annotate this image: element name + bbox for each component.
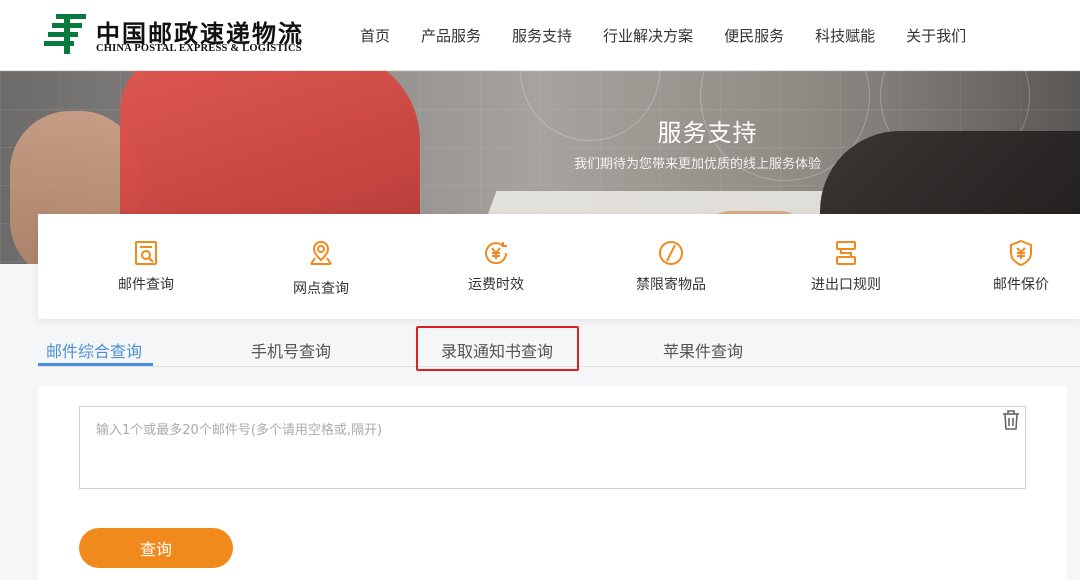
nav-about-us[interactable]: 关于我们: [906, 25, 966, 46]
china-post-logo-icon: [44, 14, 86, 54]
highlight-box: [416, 326, 579, 371]
prohibited-icon: [659, 241, 683, 265]
service-mail-insurance[interactable]: 邮件保价: [956, 238, 1080, 294]
nav-service-support[interactable]: 服务支持: [512, 25, 572, 46]
rules-icon: [836, 241, 856, 265]
service-label: 进出口规则: [811, 277, 881, 293]
service-mail-query[interactable]: 邮件查询: [81, 238, 211, 294]
main-nav: 首页 产品服务 服务支持 行业解决方案 便民服务 科技赋能 关于我们: [360, 0, 997, 71]
banner-title: 服务支持: [657, 119, 758, 147]
banner-subtitle: 我们期待为您带来更加优质的线上服务体验: [573, 157, 821, 172]
site-header: 中国邮政速递物流 CHINA POSTAL EXPRESS & LOGISTIC…: [0, 0, 1080, 71]
tracking-number-input[interactable]: [79, 406, 1026, 489]
trash-icon[interactable]: [1001, 409, 1021, 431]
mail-search-icon: [135, 241, 157, 265]
tab-apple-parcel-query[interactable]: 苹果件查询: [663, 338, 743, 362]
service-outlet-query[interactable]: 网点查询: [256, 238, 386, 298]
yen-clock-icon: [485, 242, 508, 265]
service-label: 禁限寄物品: [636, 277, 706, 293]
service-shortcuts: 邮件查询 网点查询 运费时效 禁限寄物品 进出口规则 邮件保价: [38, 214, 1080, 319]
tab-mail-comprehensive-query[interactable]: 邮件综合查询: [46, 338, 142, 362]
query-button[interactable]: 查询: [79, 528, 233, 568]
query-tabs: 邮件综合查询 手机号查询 录取通知书查询 苹果件查询: [38, 326, 1080, 371]
nav-technology[interactable]: 科技赋能: [815, 25, 875, 46]
nav-convenience-services[interactable]: 便民服务: [724, 25, 784, 46]
service-import-export-rules[interactable]: 进出口规则: [781, 238, 911, 294]
service-label: 邮件保价: [993, 277, 1049, 293]
logo-text-en: CHINA POSTAL EXPRESS & LOGISTICS: [96, 43, 302, 54]
tab-phone-number-query[interactable]: 手机号查询: [251, 338, 331, 362]
nav-industry-solutions[interactable]: 行业解决方案: [603, 25, 693, 46]
service-label: 邮件查询: [118, 277, 174, 293]
service-prohibited-items[interactable]: 禁限寄物品: [606, 238, 736, 294]
service-label: 运费时效: [468, 277, 524, 293]
nav-products[interactable]: 产品服务: [421, 25, 481, 46]
service-label: 网点查询: [293, 281, 349, 297]
location-pin-icon: [310, 240, 332, 265]
active-tab-indicator: [38, 363, 153, 366]
query-panel: 查询: [38, 386, 1067, 580]
yen-shield-icon: [1010, 239, 1032, 267]
service-freight-time[interactable]: 运费时效: [431, 238, 561, 294]
nav-home[interactable]: 首页: [360, 25, 390, 46]
logo[interactable]: 中国邮政速递物流 CHINA POSTAL EXPRESS & LOGISTIC…: [42, 10, 312, 60]
